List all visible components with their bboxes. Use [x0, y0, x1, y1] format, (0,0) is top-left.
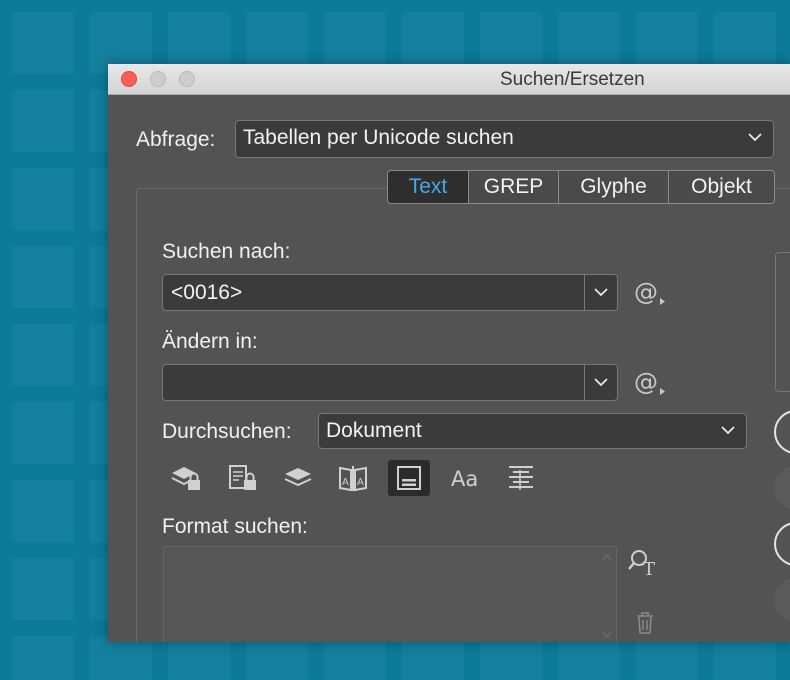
desktop-tile — [12, 168, 74, 230]
desktop-tile — [714, 636, 776, 680]
query-label: Abfrage: — [136, 128, 216, 151]
zoom-button[interactable] — [179, 71, 195, 87]
find-input[interactable]: <0016> — [162, 274, 618, 311]
desktop-tile — [324, 636, 386, 680]
desktop-tile — [168, 636, 230, 680]
desktop-tile — [12, 90, 74, 152]
find-format-label: Format suchen: — [162, 515, 308, 538]
find-value: <0016> — [171, 281, 243, 304]
find-format-box[interactable] — [163, 546, 617, 642]
special-characters-change-icon[interactable]: @ — [634, 368, 668, 398]
tab-text[interactable]: Text — [388, 171, 469, 203]
search-scope-dropdown[interactable]: Dokument — [318, 413, 747, 449]
desktop-tile — [558, 636, 620, 680]
tab-grep[interactable]: GREP — [469, 171, 559, 203]
desktop-tile — [636, 636, 698, 680]
chevron-down-icon[interactable] — [593, 374, 609, 390]
search-scope-label: Durchsuchen: — [162, 420, 292, 443]
close-button[interactable] — [121, 71, 137, 87]
hidden-layers-icon[interactable] — [277, 460, 319, 496]
chevron-down-icon — [748, 133, 762, 142]
svg-text:@: @ — [634, 278, 658, 306]
desktop-tile — [90, 636, 152, 680]
chevron-down-icon — [721, 426, 735, 435]
desktop-tile — [12, 636, 74, 680]
desktop-tile — [246, 636, 308, 680]
desktop-tile — [12, 246, 74, 308]
desktop-tile — [12, 324, 74, 386]
find-change-dialog: Suchen/Ersetzen Abfrage: Tabellen per Un… — [108, 64, 790, 642]
tab-glyph[interactable]: Glyphe — [559, 171, 669, 203]
tab-object[interactable]: Objekt — [669, 171, 774, 203]
desktop-tile — [12, 12, 74, 74]
desktop-tile — [12, 558, 74, 620]
svg-text:A: A — [342, 477, 349, 488]
whole-word-icon[interactable] — [500, 460, 542, 496]
trash-icon[interactable] — [634, 610, 656, 636]
footnotes-icon[interactable] — [388, 460, 430, 496]
svg-text:Aa: Aa — [451, 467, 478, 491]
search-scope-value: Dokument — [326, 419, 422, 442]
svg-text:A: A — [357, 477, 364, 488]
master-pages-icon[interactable]: A A — [332, 460, 374, 496]
case-sensitive-icon[interactable]: Aa — [444, 460, 486, 496]
desktop-tile — [12, 402, 74, 464]
find-label: Suchen nach: — [162, 240, 291, 263]
change-input[interactable] — [162, 364, 618, 401]
scroll-up-icon[interactable] — [602, 553, 612, 561]
scroll-down-icon[interactable] — [602, 631, 612, 639]
window-title: Suchen/Ersetzen — [500, 69, 645, 90]
query-dropdown[interactable]: Tabellen per Unicode suchen — [235, 120, 774, 158]
svg-text:@: @ — [634, 368, 658, 396]
special-characters-find-icon[interactable]: @ — [634, 278, 668, 308]
right-button-column — [775, 252, 790, 392]
locked-stories-icon[interactable] — [221, 460, 263, 496]
specify-format-icon[interactable]: T — [628, 548, 662, 578]
desktop-tile — [12, 480, 74, 542]
desktop-tile — [480, 636, 542, 680]
locked-layers-icon[interactable] — [165, 460, 207, 496]
minimize-button[interactable] — [150, 71, 166, 87]
chevron-down-icon[interactable] — [593, 284, 609, 300]
tab-bar: Text GREP Glyphe Objekt — [387, 170, 775, 204]
query-value: Tabellen per Unicode suchen — [243, 126, 514, 149]
change-label: Ändern in: — [162, 330, 258, 353]
svg-text:T: T — [643, 559, 655, 578]
desktop-tile — [402, 636, 464, 680]
title-bar[interactable]: Suchen/Ersetzen — [108, 64, 790, 95]
